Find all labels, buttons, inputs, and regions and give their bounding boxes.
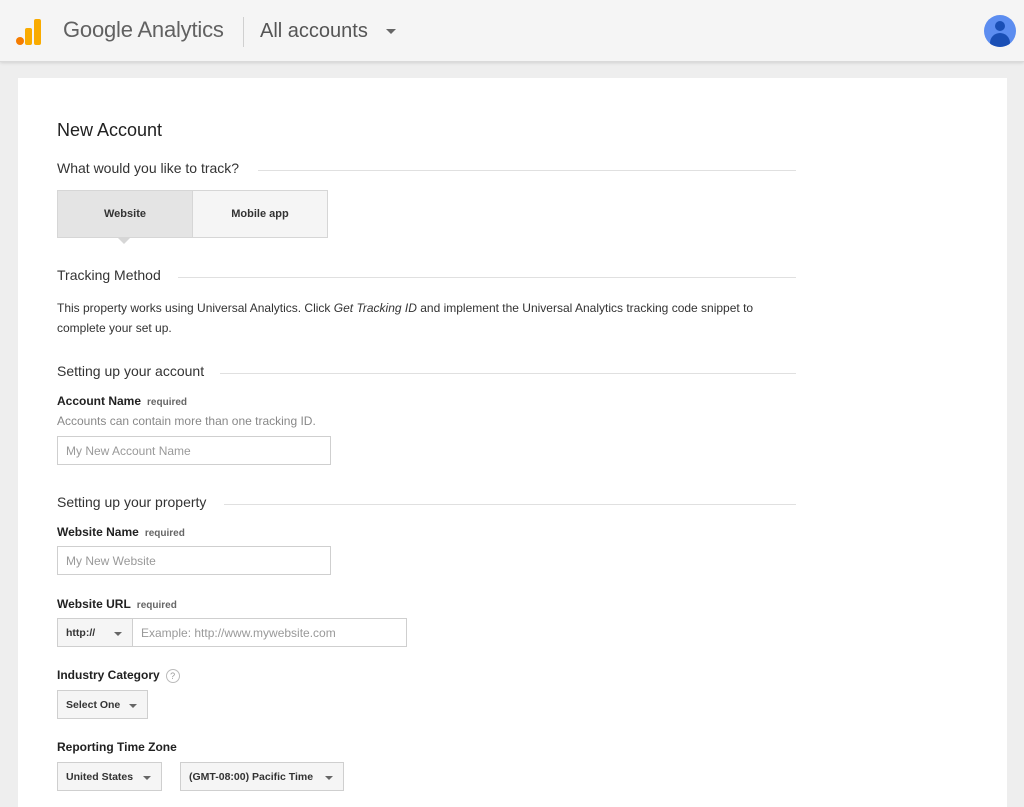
brand-name[interactable]: Google Analytics <box>63 17 224 43</box>
account-name-hint: Accounts can contain more than one track… <box>57 414 316 428</box>
property-section-heading: Setting up your property <box>57 494 217 510</box>
reporting-time-zone-label: Reporting Time Zone <box>57 740 177 754</box>
section-divider <box>224 504 796 505</box>
chevron-down-icon <box>114 632 122 636</box>
help-icon[interactable]: ? <box>165 668 180 683</box>
page-title: New Account <box>57 120 163 140</box>
track-type-toggle: Website Mobile app <box>57 190 328 238</box>
section-divider <box>220 373 796 374</box>
account-selector[interactable]: All accounts <box>260 20 368 43</box>
app-header: Google Analytics All accounts <box>0 0 1024 62</box>
account-name-input[interactable]: My New Account Name <box>57 436 331 465</box>
country-select[interactable]: United States <box>57 762 162 791</box>
tracking-method-description: This property works using Universal Anal… <box>57 301 754 335</box>
chevron-down-icon[interactable] <box>386 29 396 34</box>
chevron-down-icon <box>129 704 137 708</box>
account-section-heading: Setting up your account <box>57 363 215 379</box>
account-name-label: Account Name required <box>57 394 188 408</box>
tracking-method-heading: Tracking Method <box>57 267 171 283</box>
time-zone-select[interactable]: (GMT-08:00) Pacific Time <box>180 762 344 791</box>
section-divider <box>258 170 796 171</box>
chevron-down-icon <box>325 776 333 780</box>
website-url-label: Website URL required <box>57 597 177 611</box>
get-tracking-id-text: Get Tracking ID <box>333 301 417 315</box>
section-divider <box>178 277 796 278</box>
required-tag: required <box>144 528 185 539</box>
website-url-input[interactable]: Example: http://www.mywebsite.com <box>133 618 407 647</box>
header-divider <box>243 17 244 47</box>
website-name-label: Website Name required <box>57 525 185 539</box>
selected-pointer <box>117 237 131 244</box>
industry-category-select[interactable]: Select One <box>57 690 148 719</box>
chevron-down-icon <box>143 776 151 780</box>
website-name-input[interactable]: My New Website <box>57 546 331 575</box>
industry-category-label: Industry Category? <box>57 668 180 683</box>
mobile-app-option-button[interactable]: Mobile app <box>193 191 327 237</box>
required-tag: required <box>147 397 188 408</box>
website-option-button[interactable]: Website <box>58 191 193 237</box>
track-section-heading: What would you like to track? <box>57 160 250 176</box>
required-tag: required <box>136 600 177 611</box>
protocol-select[interactable]: http:// <box>57 618 133 647</box>
analytics-logo-icon[interactable] <box>16 19 42 45</box>
new-account-form: New Account What would you like to track… <box>18 78 1007 807</box>
avatar[interactable] <box>984 15 1016 47</box>
